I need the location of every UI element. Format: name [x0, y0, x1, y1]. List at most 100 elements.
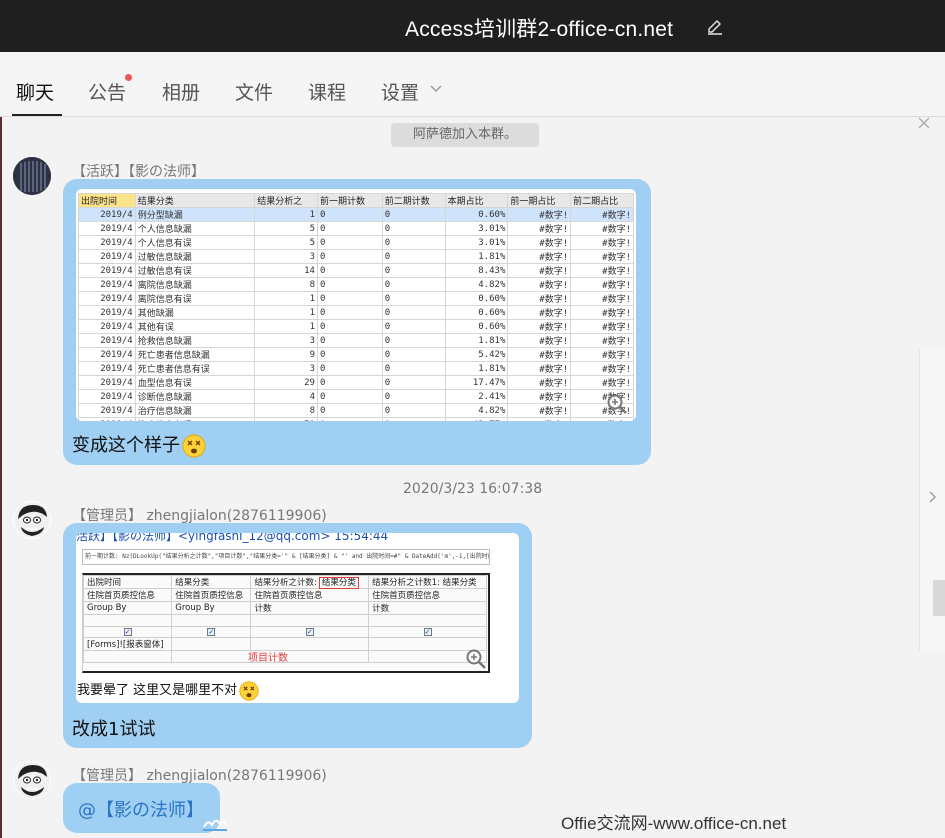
table-cell: #数字! [507, 277, 572, 292]
grid-cell: 出院时间 [82, 575, 173, 589]
dizzy-face-emoji-icon [182, 434, 206, 458]
zoom-icon[interactable] [465, 648, 487, 670]
table-cell: 1 [254, 207, 318, 222]
window-edge [0, 117, 2, 838]
table-cell: 5 [254, 221, 318, 236]
table-cell: 0 [316, 389, 383, 404]
table-cell: 0.60% [444, 291, 509, 306]
table-header-cell[interactable]: 结果分类 [134, 193, 256, 208]
avatar[interactable] [13, 761, 51, 799]
table-row: 2019/4 其他有误 1 0 0 0.60% #数字! #数字! [78, 319, 634, 334]
grid-cell: 计数 [250, 601, 370, 615]
shared-image-query-design[interactable]: 活跃】【影の法师】<yingfashi_12@qq.com> 15:54:44 … [76, 533, 519, 703]
chat-window: Access培训群2-office-cn.net 聊天 公告 相册 文件 课程 … [0, 0, 945, 838]
sender-name: 【活跃】【影の法师】 [72, 164, 205, 180]
close-icon[interactable] [917, 116, 931, 130]
tab-album[interactable]: 相册 [162, 78, 200, 105]
table-cell: 0.60% [444, 319, 509, 334]
table-cell: 过敏信息有误 [134, 263, 256, 278]
table-cell: 2019/4 [78, 347, 136, 362]
shared-image-table[interactable]: 出院时间 结果分类 结果分析之 前一期计数 前二期计数 本期占比 前一期占比 前二期占比 201… [76, 189, 636, 421]
table-header-cell[interactable]: 前一期计数 [316, 193, 383, 208]
grid-cell: 住院首页质控信息 [82, 588, 173, 602]
table-cell: 0 [381, 291, 446, 306]
table-cell: #数字! [570, 235, 634, 250]
edit-title-icon[interactable] [705, 17, 725, 37]
table-cell: 2019/4 [78, 235, 136, 250]
table-row: 2019/4 离院信息有误 1 0 0 0.60% #数字! #数字! [78, 291, 634, 306]
table-cell: 2019/4 [78, 403, 136, 418]
table-header-cell[interactable]: 结果分析之 [254, 193, 318, 208]
mention-text[interactable]: @【影の法师】 [78, 796, 204, 822]
table-cell: #数字! [507, 207, 572, 222]
table-cell: 1.81% [444, 249, 509, 264]
table-cell: 2019/4 [78, 249, 136, 264]
table-cell: #数字! [507, 291, 572, 306]
table-cell: 1 [254, 305, 318, 320]
table-cell: #数字! [570, 347, 634, 362]
table-cell: #数字! [507, 319, 572, 334]
table-cell: #数字! [507, 305, 572, 320]
highlighted-field: 结果分类 [318, 577, 359, 589]
table-cell: 3.01% [444, 235, 509, 250]
table-cell: 71 [254, 417, 318, 421]
table-cell: 0 [381, 263, 446, 278]
avatar[interactable] [13, 157, 51, 195]
table-header-cell[interactable]: 出院时间 [78, 193, 136, 208]
table-header-cell[interactable]: 前二期占比 [570, 193, 634, 208]
quoted-email-header: 活跃】【影の法师】<yingfashi_12@qq.com> 15:54:44 [76, 533, 389, 543]
tab-announcement[interactable]: 公告 [88, 78, 126, 105]
table-cell: 0 [316, 347, 383, 362]
table-header-cell[interactable]: 前二期计数 [381, 193, 446, 208]
table-cell: 0 [381, 221, 446, 236]
table-row: 2019/4 血型信息有误 29 0 0 17.47% #数字! #数字! [78, 375, 634, 390]
wave-decoration-icon [203, 819, 227, 831]
table-cell: 0 [381, 403, 446, 418]
table-row: 2019/4 过敏信息有误 14 0 0 8.43% #数字! #数字! [78, 263, 634, 278]
avatar[interactable] [13, 501, 51, 539]
table-cell: 3 [254, 333, 318, 348]
chevron-down-icon[interactable] [429, 82, 443, 96]
unread-dot [125, 74, 132, 81]
tab-chat[interactable]: 聊天 [16, 78, 54, 105]
table-cell: #数字! [570, 207, 634, 222]
chevron-right-icon[interactable] [926, 490, 938, 504]
table-cell: #数字! [507, 375, 572, 390]
grid-cell: 住院首页质控信息 [171, 588, 252, 602]
table-cell: 0 [381, 361, 446, 376]
table-cell: #数字! [570, 221, 634, 236]
table-cell: 诊断信息缺漏 [134, 389, 256, 404]
table-cell: 0 [381, 249, 446, 264]
table-cell: 2019/4 [78, 291, 136, 306]
message-bubble[interactable]: 活跃】【影の法师】<yingfashi_12@qq.com> 15:54:44 … [63, 523, 532, 748]
zoom-icon[interactable] [606, 393, 628, 415]
table-cell: 3.01% [444, 221, 509, 236]
table-header-cell[interactable]: 前一期占比 [507, 193, 572, 208]
table-cell: 0 [381, 375, 446, 390]
tab-settings[interactable]: 设置 [381, 78, 419, 105]
table-cell: 2019/4 [78, 305, 136, 320]
formula-bar: 前一期计数: Nz(DLookUp("结果分析之计数","项目计数","结果分类… [82, 549, 490, 565]
watermark: Offie交流网-www.office-cn.net [561, 814, 787, 833]
table-cell: 例分型缺漏 [134, 207, 256, 222]
query-name-label: 项目计数 [248, 653, 288, 664]
table-cell: 0 [316, 277, 383, 292]
table-cell: #数字! [570, 249, 634, 264]
table-cell: 0 [316, 235, 383, 250]
scrollbar-thumb[interactable] [933, 580, 945, 616]
table-header-cell[interactable]: 本期占比 [444, 193, 509, 208]
table-row: 2019/4 过敏信息缺漏 3 0 0 1.81% #数字! #数字! [78, 249, 634, 264]
table-row: 2019/4 个人信息缺漏 5 0 0 3.01% #数字! #数字! [78, 221, 634, 236]
table-cell: 0 [381, 235, 446, 250]
tab-courses[interactable]: 课程 [308, 78, 346, 105]
table-cell: 0 [316, 403, 383, 418]
table-cell: #数字! [507, 403, 572, 418]
table-cell: 4 [254, 389, 318, 404]
cartoon-face-icon [14, 762, 50, 798]
table-cell: #数字! [507, 221, 572, 236]
table-cell: 14 [254, 263, 318, 278]
message-bubble[interactable]: 出院时间 结果分类 结果分析之 前一期计数 前二期计数 本期占比 前一期占比 前二期占比 201… [63, 179, 651, 465]
tab-files[interactable]: 文件 [235, 78, 273, 105]
image-caption: 我要晕了 这里又是哪里不对 [77, 679, 259, 701]
table-cell: 0 [316, 221, 383, 236]
